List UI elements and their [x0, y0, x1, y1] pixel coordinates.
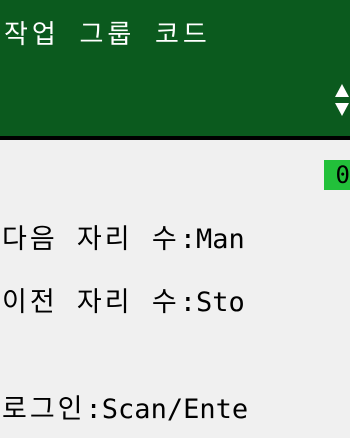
next-digit-separator: : [179, 224, 196, 255]
prev-digit-value: Sto [195, 287, 245, 318]
column-title: 작업 그룹 코드 [4, 20, 211, 50]
prev-digit-row: 이전 자리 수:Sto [2, 280, 245, 319]
prev-digit-separator: : [179, 287, 196, 318]
prev-digit-label: 이전 자리 수 [2, 287, 180, 318]
sort-up-down-icon[interactable] [334, 82, 350, 118]
login-value: Scan/Ente [101, 394, 249, 425]
next-digit-label: 다음 자리 수 [2, 224, 180, 255]
login-separator: : [85, 394, 102, 425]
next-digit-row: 다음 자리 수:Man [2, 217, 245, 256]
login-label: 로그인 [2, 394, 86, 425]
header-bar: 작업 그룹 코드 [0, 0, 350, 140]
screen: 작업 그룹 코드 0 다음 자리 수:Man 이전 자리 수:Sto 로그인:S… [0, 0, 350, 438]
next-digit-value: Man [195, 224, 245, 255]
work-group-code-value[interactable]: 0 [324, 160, 350, 190]
login-row: 로그인:Scan/Ente [2, 387, 248, 426]
